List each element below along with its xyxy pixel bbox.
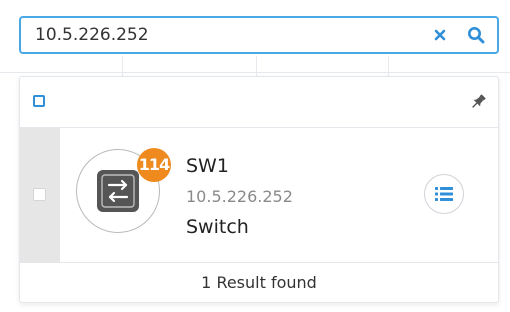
device-ip: 10.5.226.252 [186, 187, 293, 206]
pin-button[interactable] [468, 92, 488, 112]
results-header [20, 77, 498, 128]
results-count-footer: 1 Result found [201, 273, 317, 292]
search-bar [19, 16, 499, 54]
device-name: SW1 [186, 155, 229, 177]
close-icon [434, 29, 446, 41]
switch-icon [97, 170, 139, 212]
search-input[interactable] [21, 20, 429, 50]
device-type: Switch [186, 216, 249, 238]
device-details-button[interactable] [424, 174, 464, 214]
clear-search-button[interactable] [429, 24, 451, 46]
list-icon [435, 187, 453, 201]
select-all-checkbox[interactable] [33, 95, 45, 107]
background-grid-line [0, 72, 510, 73]
result-item[interactable]: 114 SW1 10.5.226.252 Switch [20, 128, 498, 263]
row-selection-strip [20, 128, 60, 262]
row-checkbox[interactable] [33, 188, 46, 201]
search-button[interactable] [465, 24, 487, 46]
search-icon [468, 27, 485, 44]
device-count-badge: 114 [137, 148, 171, 182]
pin-icon [472, 94, 486, 108]
search-results-panel: 114 SW1 10.5.226.252 Switch 1 Result fou… [19, 76, 499, 303]
